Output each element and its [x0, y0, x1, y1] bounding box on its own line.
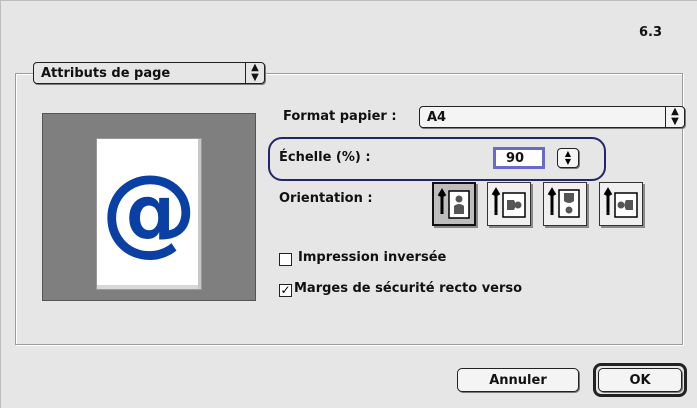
popup-arrows-icon: ▲ ▼ [665, 107, 684, 127]
landscape-orientation-icon [491, 187, 526, 218]
reverse-print-checkbox[interactable] [279, 253, 292, 266]
landscape-reversed-orientation-icon [603, 187, 638, 218]
orientation-portrait-reversed-button[interactable] [543, 182, 587, 226]
ok-button[interactable]: OK [598, 368, 682, 392]
stepper-arrows-icon: ▲ ▼ [564, 149, 572, 166]
paper-format-label: Format papier : [283, 109, 397, 124]
section-popup-label: Attributs de page [41, 65, 171, 81]
scale-input[interactable]: 90 [493, 147, 545, 169]
popup-arrows-icon: ▲ ▼ [245, 63, 264, 83]
paper-format-popup[interactable]: A4 ▲ ▼ [419, 106, 685, 128]
paper-format-value: A4 [427, 109, 447, 125]
scale-label: Échelle (%) : [279, 150, 371, 165]
duplex-margins-label: Marges de sécurité recto verso [294, 281, 523, 296]
preview-page: @ [96, 138, 202, 290]
orientation-label: Orientation : [279, 191, 373, 206]
cancel-button[interactable]: Annuler [457, 368, 579, 392]
portrait-orientation-icon [437, 188, 470, 219]
reverse-print-label: Impression inversée [298, 250, 447, 265]
orientation-landscape-button[interactable] [487, 182, 531, 226]
checkmark-icon: ✓ [280, 283, 291, 297]
page-setup-dialog: 6.3 Attributs de page ▲ ▼ @ Format papier… [0, 0, 697, 408]
portrait-reversed-orientation-icon [547, 187, 580, 218]
duplex-margins-checkbox[interactable]: ✓ [279, 284, 292, 297]
orientation-portrait-button[interactable] [432, 182, 476, 226]
preview-at-icon: @ [101, 154, 197, 266]
section-popup[interactable]: Attributs de page ▲ ▼ [33, 62, 265, 84]
page-preview: @ [42, 113, 256, 301]
scale-stepper[interactable]: ▲ ▼ [557, 148, 579, 168]
version-label: 6.3 [638, 25, 662, 40]
orientation-landscape-reversed-button[interactable] [599, 182, 643, 226]
